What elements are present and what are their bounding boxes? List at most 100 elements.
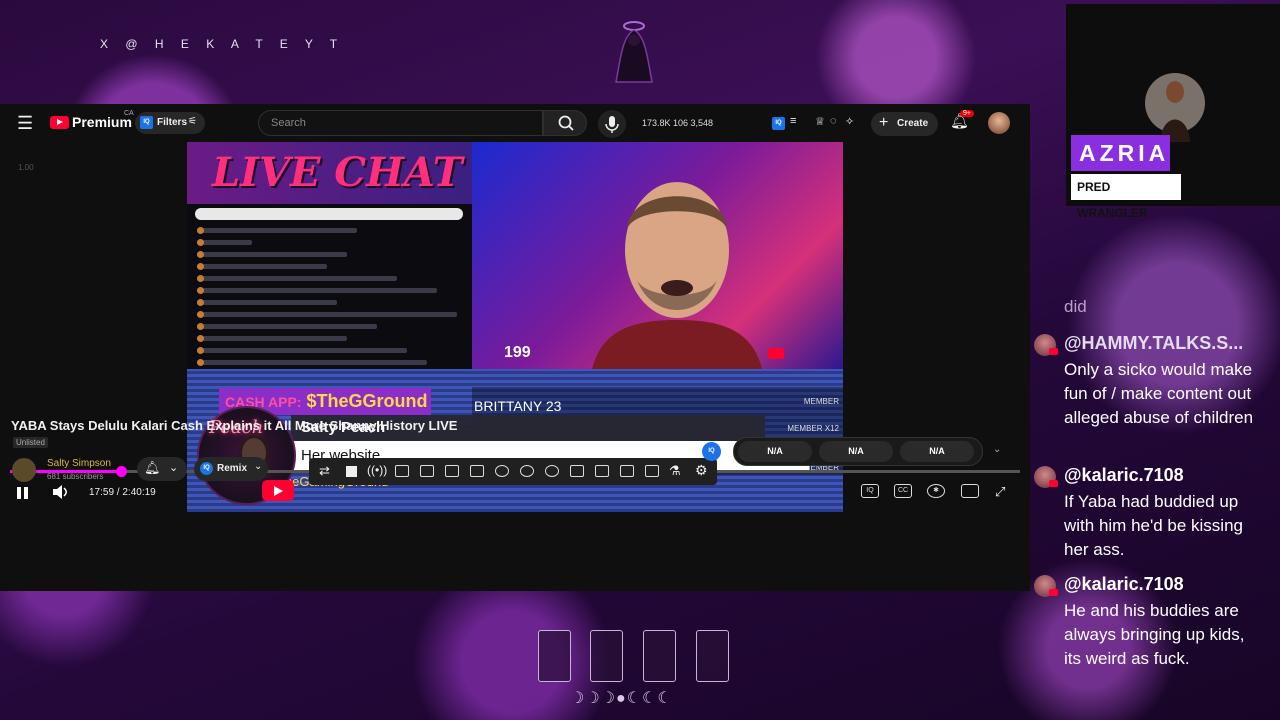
remix-button[interactable]: IQ Remix ⌄ xyxy=(194,457,268,481)
streamer-title: PRED WRANGLER xyxy=(1071,174,1181,220)
captions-icon[interactable]: CC xyxy=(894,484,912,498)
chevron-down-icon[interactable]: ⌄ xyxy=(993,444,1001,455)
viewer-count: 199 xyxy=(504,344,531,361)
screen-record-icon[interactable] xyxy=(395,465,409,477)
streamer-cam-figure xyxy=(1145,73,1205,142)
loop-icon[interactable]: ⇄ xyxy=(319,463,330,479)
chat-text: He and his buddies are always bringing u… xyxy=(1064,601,1245,668)
split-view-icon[interactable] xyxy=(595,465,609,477)
chevron-down-icon: ⌄ xyxy=(169,462,179,474)
filters-button[interactable]: IQ Filters ⚟ xyxy=(135,112,205,134)
filter-icon[interactable] xyxy=(545,465,559,477)
time-display: 17:59 / 2:40:19 xyxy=(89,487,156,498)
film-icon[interactable] xyxy=(420,465,434,477)
streamer-figure xyxy=(592,182,762,369)
chat-username: @kalaric.7108 xyxy=(1064,465,1184,485)
channel-avatar[interactable] xyxy=(12,458,36,482)
youtube-viewers-icon xyxy=(768,348,784,359)
youtube-top-bar: ☰ Premium CA IQ Filters ⚟ Search 173.8K … xyxy=(0,104,1030,142)
search-icon xyxy=(558,115,574,131)
chat-username: @HAMMY.TALKS.S... xyxy=(1064,333,1244,353)
member-tag: MEMBER xyxy=(803,397,839,406)
na-value: N/A xyxy=(819,441,893,462)
livechat-title: LIVE CHAT xyxy=(187,142,472,204)
flask-icon[interactable]: ⚗ xyxy=(669,463,681,479)
stop-icon[interactable] xyxy=(346,466,357,477)
moon-phases-icon: ☽☽☽●☾☾☾ xyxy=(570,690,673,707)
youtube-badge-icon xyxy=(1049,589,1058,596)
iq-icon: IQ xyxy=(200,462,213,475)
na-value: N/A xyxy=(900,441,974,462)
country-code: CA xyxy=(124,110,134,117)
na-status-bar: N/A N/A N/A xyxy=(733,437,983,466)
plus-icon: + xyxy=(879,114,889,131)
youtube-play-icon xyxy=(262,480,294,501)
overlay-handle: X @ H E K A T E Y T xyxy=(100,37,345,51)
chat-username: @kalaric.7108 xyxy=(1064,574,1184,594)
crop-icon[interactable] xyxy=(445,465,459,477)
pause-icon[interactable] xyxy=(16,486,30,500)
remix-label: Remix xyxy=(217,463,248,474)
youtube-player: ☰ Premium CA IQ Filters ⚟ Search 173.8K … xyxy=(0,104,1030,591)
chat-fragment: did xyxy=(1064,297,1087,316)
frame-icon[interactable] xyxy=(470,465,484,477)
volume-icon[interactable] xyxy=(52,484,70,500)
search-input[interactable]: Search xyxy=(258,110,543,136)
tarot-card-chariot-icon xyxy=(590,630,623,682)
subscription-bell-button[interactable]: 🔔︎ ⌄ xyxy=(137,457,187,481)
notification-count-badge: 9+ xyxy=(960,110,974,117)
youtube-badge-icon xyxy=(1049,480,1058,487)
chat-text: If Yaba had buddied up with him he'd be … xyxy=(1064,492,1243,559)
camera-icon[interactable] xyxy=(645,465,659,477)
na-value: N/A xyxy=(738,441,812,462)
create-label: Create xyxy=(897,118,929,129)
iq-icon[interactable]: IQ xyxy=(702,442,721,461)
streamer-webcam: 199 xyxy=(472,142,843,369)
sparkle-icon[interactable]: ✧ xyxy=(845,115,854,128)
iq-control-icon[interactable]: IQ xyxy=(861,484,879,498)
tarot-card-tower-icon xyxy=(643,630,676,682)
voice-search-button[interactable] xyxy=(598,110,626,138)
fullscreen-icon[interactable]: ⤢ xyxy=(995,484,1005,500)
video-title: YABA Stays Delulu Kalari Cash Explains i… xyxy=(11,418,458,433)
broadcast-icon[interactable]: ((•)) xyxy=(367,463,387,477)
trophy-icon[interactable]: ♕ xyxy=(815,115,825,128)
member-name: BRITTANY 23 xyxy=(474,398,562,414)
list-icon[interactable]: ≡ xyxy=(790,115,796,127)
playback-speed-label: 1.00 xyxy=(18,163,34,172)
premium-label[interactable]: Premium xyxy=(72,114,132,130)
member-tag: MEMBER X12 xyxy=(787,424,839,433)
filters-label: Filters xyxy=(157,117,188,128)
speedometer-icon[interactable] xyxy=(520,465,534,477)
align-icon[interactable] xyxy=(620,465,634,477)
rotate-icon[interactable] xyxy=(495,465,509,477)
channel-name[interactable]: Salty Simpson xyxy=(47,458,111,469)
youtube-logo-icon[interactable] xyxy=(50,116,69,129)
create-button[interactable]: + Create xyxy=(871,112,938,136)
settings-gear-icon[interactable]: ⚙ xyxy=(695,462,708,479)
sliders-icon: ⚟ xyxy=(188,116,197,127)
iq-icon: IQ xyxy=(140,116,153,129)
subscriber-count: 681 subscribers xyxy=(47,472,104,481)
goddess-logo-icon xyxy=(615,21,653,83)
embedded-chat-panel xyxy=(187,204,472,369)
streamer-name: AZRIA xyxy=(1071,135,1170,171)
hamburger-menu-icon[interactable]: ☰ xyxy=(17,113,33,134)
youtube-badge-icon xyxy=(1049,348,1058,355)
miniplayer-icon[interactable] xyxy=(961,484,979,498)
tarot-card-sun-icon xyxy=(538,630,571,682)
extension-toolbar: ⇄ ((•)) ⚗ ⚙ xyxy=(309,458,717,485)
search-button[interactable] xyxy=(543,110,587,136)
cashapp-handle: $TheGGround xyxy=(306,391,428,411)
bell-icon: 🔔︎ xyxy=(144,460,161,475)
image-icon[interactable] xyxy=(570,465,584,477)
channel-stats: 173.8K 106 3,548 xyxy=(642,118,714,128)
chat-bubble-icon[interactable]: ◌ xyxy=(830,115,837,127)
progress-scrubber[interactable] xyxy=(116,466,128,477)
iq-extension-icon[interactable]: IQ xyxy=(772,117,785,130)
settings-gear-icon[interactable]: ✱ xyxy=(927,484,945,498)
microphone-icon xyxy=(605,116,619,133)
chat-text: Only a sicko would make fun of / make co… xyxy=(1064,360,1254,427)
account-avatar[interactable] xyxy=(988,112,1010,134)
chevron-down-icon: ⌄ xyxy=(254,461,263,472)
